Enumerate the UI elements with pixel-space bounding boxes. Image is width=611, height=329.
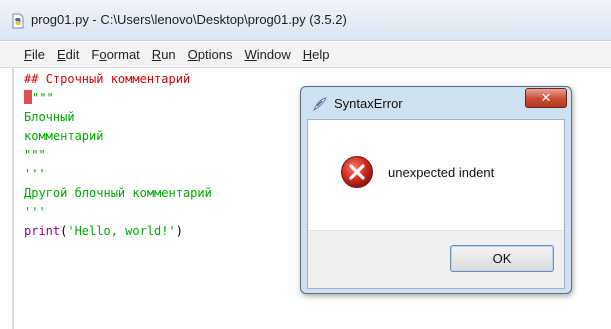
menu-format[interactable]: Foormat bbox=[91, 47, 139, 62]
window-titlebar[interactable]: prog01.py - C:\Users\lenovo\Desktop\prog… bbox=[0, 0, 611, 41]
ok-button[interactable]: OK bbox=[450, 245, 554, 272]
close-button[interactable]: ✕ bbox=[525, 88, 567, 108]
menu-help[interactable]: Help bbox=[303, 47, 330, 62]
menu-edit[interactable]: Edit bbox=[57, 47, 79, 62]
code-line: комментарий bbox=[24, 127, 103, 145]
menu-file[interactable]: File bbox=[24, 47, 45, 62]
code-token: ) bbox=[175, 224, 183, 238]
syntax-error-dialog: SyntaxError ✕ unexpected indent OK bbox=[300, 86, 572, 294]
code-token: 'Hello, world!' bbox=[67, 224, 176, 238]
code-token: ## Строчный комментарий bbox=[24, 72, 191, 86]
code-line: """ bbox=[24, 89, 54, 107]
dialog-body: unexpected indent OK bbox=[307, 119, 565, 289]
code-line: ## Строчный комментарий bbox=[24, 70, 190, 88]
menubar: File Edit Foormat Run Options Window Hel… bbox=[0, 42, 611, 68]
code-token: ''' bbox=[24, 205, 46, 219]
python-feather-icon bbox=[312, 97, 327, 112]
code-token: Другой блочный комментарий bbox=[24, 186, 212, 200]
code-token: Блочный bbox=[24, 110, 75, 124]
code-line: ''' bbox=[24, 165, 46, 183]
dialog-message-area: unexpected indent bbox=[308, 120, 564, 230]
code-token: print bbox=[24, 224, 61, 238]
code-line: print('Hello, world!') bbox=[24, 222, 183, 240]
code-line: ''' bbox=[24, 203, 46, 221]
code-token: """ bbox=[32, 91, 54, 105]
code-line: Другой блочный комментарий bbox=[24, 184, 212, 202]
menu-options[interactable]: Options bbox=[188, 47, 233, 62]
dialog-titlebar[interactable]: SyntaxError ✕ bbox=[301, 87, 571, 119]
editor-gutter bbox=[12, 68, 14, 329]
python-file-icon bbox=[12, 13, 24, 29]
menu-run[interactable]: Run bbox=[152, 47, 176, 62]
code-token: комментарий bbox=[24, 129, 104, 143]
window-title: prog01.py - C:\Users\lenovo\Desktop\prog… bbox=[31, 12, 347, 27]
dialog-button-area: OK bbox=[308, 230, 564, 288]
dialog-title: SyntaxError bbox=[334, 96, 403, 111]
error-icon bbox=[341, 156, 373, 188]
error-message: unexpected indent bbox=[388, 165, 495, 180]
code-token: """ bbox=[24, 148, 46, 162]
code-line: """ bbox=[24, 146, 46, 164]
text-cursor bbox=[24, 90, 32, 104]
menu-window[interactable]: Window bbox=[244, 47, 290, 62]
code-token: ''' bbox=[24, 167, 46, 181]
code-line: Блочный bbox=[24, 108, 75, 126]
